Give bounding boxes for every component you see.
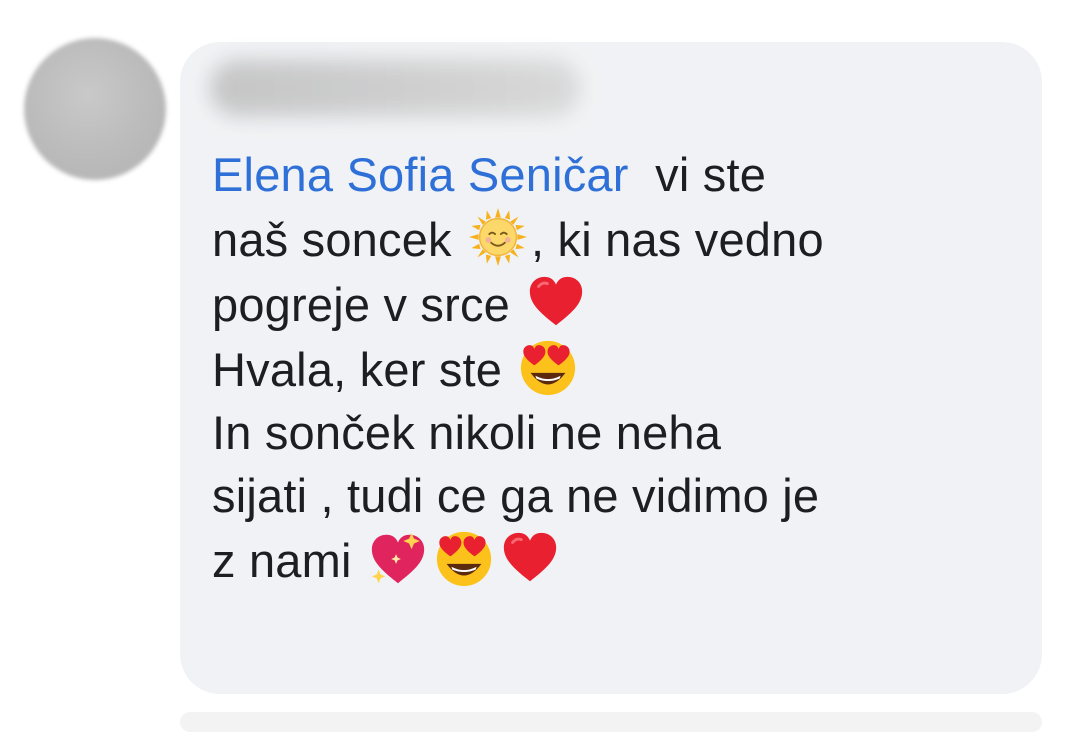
- comment-line: naš soncek , ki nas vedno: [212, 206, 1022, 271]
- heart-eyes-emoji: [517, 336, 579, 398]
- comment-text-fragment: pogreje v srce: [212, 278, 524, 331]
- comment-text: Elena Sofia Seničar vi ste naš soncek , …: [212, 143, 1022, 592]
- comment-text-fragment: vi ste: [628, 148, 767, 201]
- red-heart-emoji: [499, 527, 561, 589]
- comment-author-name[interactable]: ████████: [210, 60, 580, 116]
- red-heart-emoji: [525, 271, 587, 333]
- comment-line: pogreje v srce: [212, 271, 1022, 336]
- comment-line: Elena Sofia Seničar vi ste: [212, 143, 1022, 206]
- sparkling-heart-emoji: [367, 527, 429, 589]
- comment-text-fragment: Hvala, ker ste: [212, 343, 516, 396]
- comment-line: z nami: [212, 527, 1022, 592]
- comment-line: In sonček nikoli ne neha: [212, 406, 722, 459]
- avatar[interactable]: [24, 38, 166, 180]
- next-comment-edge: [180, 712, 1042, 732]
- comment-line: sijati , tudi ce ga ne vidimo je: [212, 469, 820, 522]
- comment-line: Hvala, ker ste: [212, 336, 1022, 401]
- sun-with-face-emoji: [467, 206, 529, 268]
- mention-link[interactable]: Elena Sofia Seničar: [212, 148, 629, 201]
- comment-text-fragment: naš soncek: [212, 213, 466, 266]
- comment-text-fragment: z nami: [212, 534, 365, 587]
- comment-text-fragment: , ki nas vedno: [531, 213, 824, 266]
- heart-eyes-emoji: [433, 527, 495, 589]
